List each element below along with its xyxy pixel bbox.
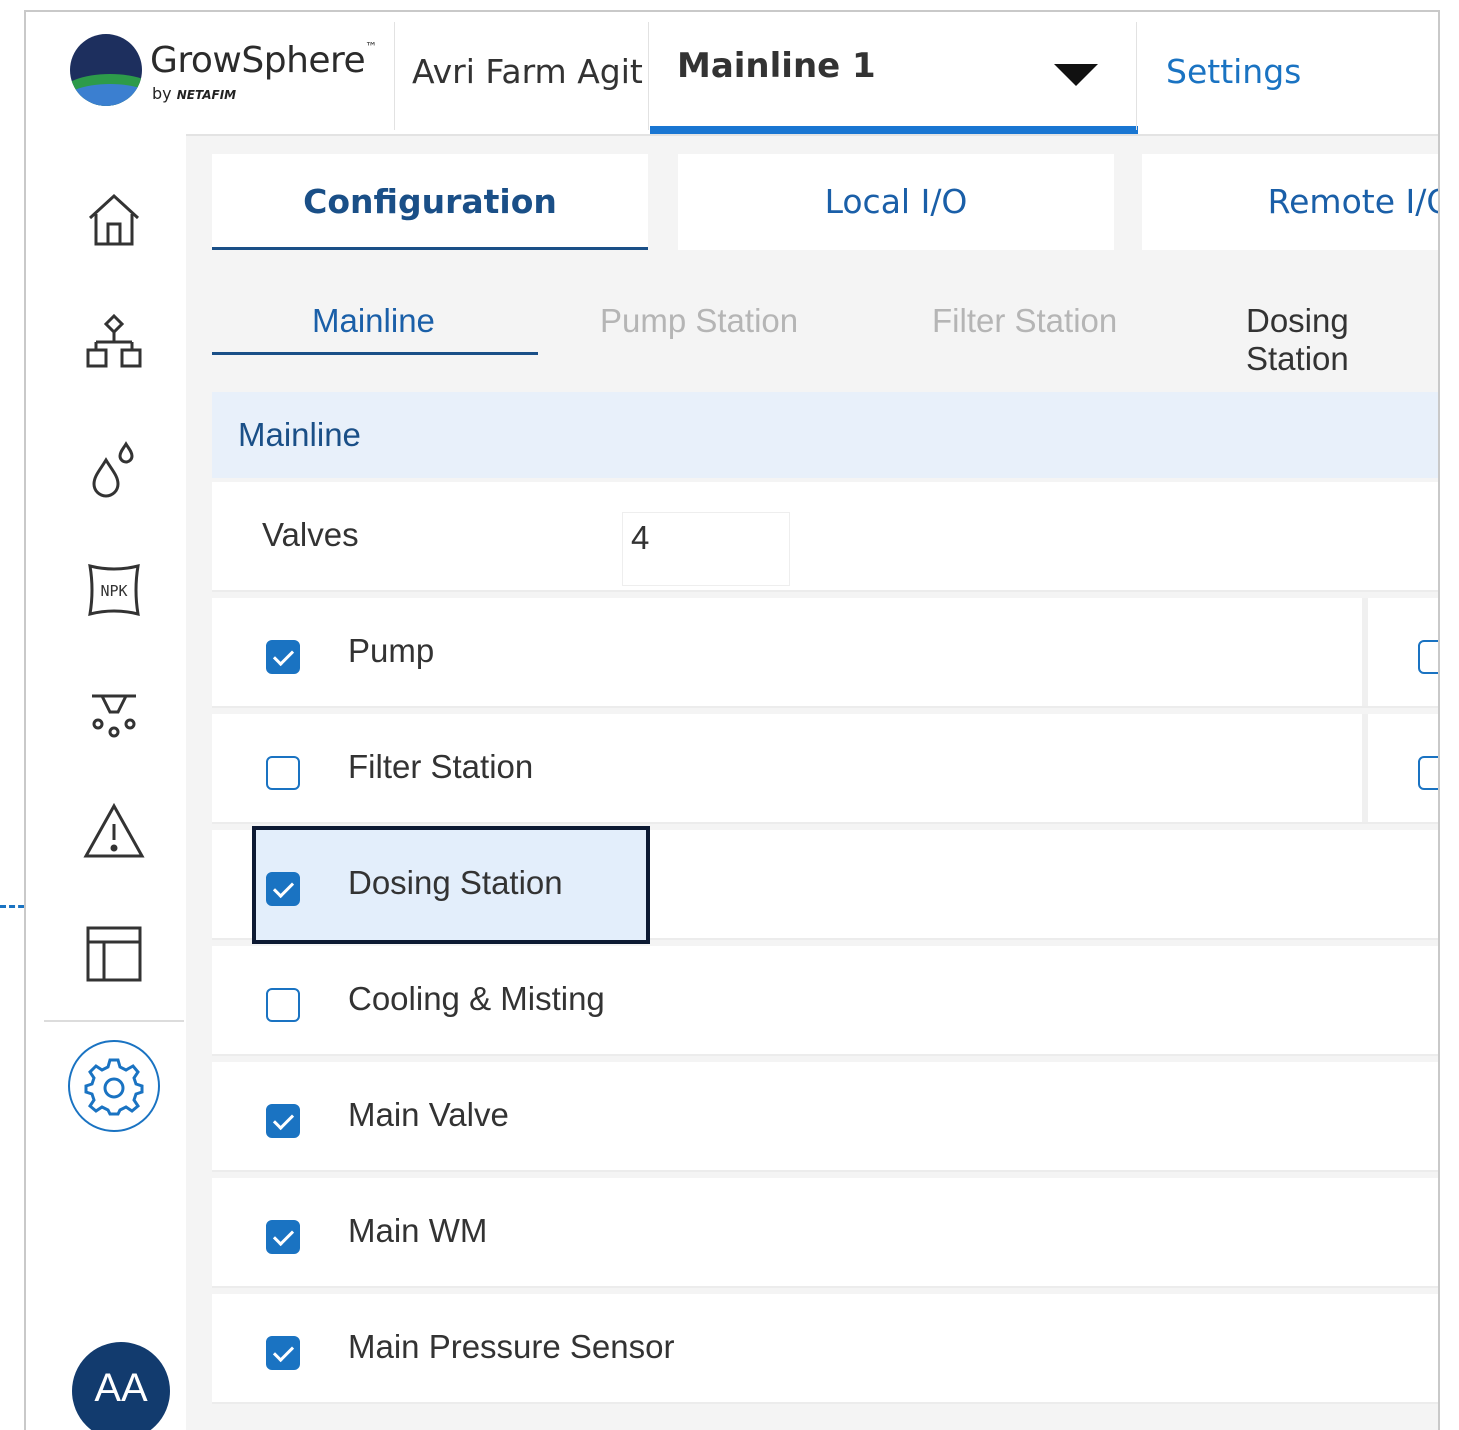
option-row: Main WM bbox=[212, 1178, 1438, 1288]
farm-name[interactable]: Avri Farm Agit bbox=[412, 52, 643, 91]
mainline-dropdown[interactable]: Mainline 1 bbox=[650, 12, 1138, 134]
water-drops-icon[interactable] bbox=[82, 434, 146, 498]
caret-down-icon bbox=[1054, 64, 1098, 86]
hierarchy-icon[interactable] bbox=[82, 310, 146, 374]
logo-globe-icon bbox=[70, 34, 142, 106]
mainline-dropdown-value: Mainline 1 bbox=[677, 46, 876, 86]
section-title: Mainline bbox=[212, 392, 1438, 478]
option-row-highlighted: Dosing Station bbox=[212, 826, 1438, 944]
active-indicator bbox=[650, 126, 1138, 134]
settings-nav-button[interactable] bbox=[68, 1040, 160, 1132]
tab-configuration[interactable]: Configuration bbox=[212, 154, 648, 250]
app-window: GrowSphere™ by NETAFIM Avri Farm Agit Ma… bbox=[24, 10, 1440, 1430]
main-valve-checkbox[interactable] bbox=[266, 1104, 300, 1138]
sidebar-divider bbox=[44, 1020, 184, 1022]
subtab-filter-station[interactable]: Filter Station bbox=[932, 302, 1117, 340]
option-label: Cooling & Misting bbox=[348, 980, 605, 1017]
brand-name: GrowSphere™ bbox=[150, 40, 377, 81]
option-label: Main WM bbox=[348, 1212, 488, 1249]
cooling-misting-checkbox[interactable] bbox=[266, 988, 300, 1022]
subtab-dosing-station[interactable]: Dosing Station bbox=[1246, 302, 1438, 378]
option-row: Main Valve bbox=[212, 1062, 1438, 1172]
dosing-station-checkbox[interactable] bbox=[266, 872, 300, 906]
user-avatar[interactable]: AA bbox=[72, 1342, 170, 1430]
pump-checkbox[interactable] bbox=[266, 640, 300, 674]
divider bbox=[648, 22, 649, 130]
subtab-active-indicator bbox=[212, 352, 538, 355]
option-label: Main Pressure Sensor bbox=[348, 1328, 675, 1365]
settings-link[interactable]: Settings bbox=[1166, 52, 1301, 91]
option-label: Pump bbox=[348, 632, 435, 669]
valves-row: Valves 4 bbox=[212, 482, 1438, 592]
warning-icon[interactable] bbox=[82, 800, 146, 864]
filter-station-checkbox[interactable] bbox=[266, 756, 300, 790]
sidebar: NPK AA bbox=[26, 134, 186, 1430]
sub-tabs: Mainline Pump Station Filter Station Dos… bbox=[212, 302, 1438, 377]
divider bbox=[1136, 22, 1137, 130]
svg-text:NPK: NPK bbox=[100, 582, 127, 600]
home-icon[interactable] bbox=[82, 188, 146, 252]
option-row: Pump bbox=[212, 598, 1438, 708]
npk-fertilizer-icon[interactable]: NPK bbox=[82, 558, 146, 622]
top-bar: GrowSphere™ by NETAFIM Avri Farm Agit Ma… bbox=[26, 12, 1438, 136]
gear-icon bbox=[84, 1058, 144, 1116]
growsphere-logo: GrowSphere™ by NETAFIM bbox=[70, 34, 390, 114]
option-label: Main Valve bbox=[348, 1096, 509, 1133]
option-row: Cooling & Misting bbox=[212, 946, 1438, 1056]
brand-by: by NETAFIM bbox=[152, 84, 237, 103]
main-wm-checkbox[interactable] bbox=[266, 1220, 300, 1254]
divider bbox=[394, 22, 395, 130]
option-label: Dosing Station bbox=[348, 864, 563, 901]
valves-input[interactable]: 4 bbox=[622, 512, 790, 586]
option-row: Main Pressure Sensor bbox=[212, 1294, 1438, 1404]
layout-table-icon[interactable] bbox=[82, 922, 146, 986]
checkbox-right[interactable] bbox=[1418, 756, 1438, 790]
tab-remote-io[interactable]: Remote I/O bbox=[1142, 154, 1438, 250]
tab-local-io[interactable]: Local I/O bbox=[678, 154, 1114, 250]
checkbox-right[interactable] bbox=[1418, 640, 1438, 674]
main-pressure-sensor-checkbox[interactable] bbox=[266, 1336, 300, 1370]
main-tabs: Configuration Local I/O Remote I/O bbox=[212, 154, 1438, 258]
option-row: Filter Station bbox=[212, 714, 1438, 824]
option-label: Filter Station bbox=[348, 748, 534, 785]
subtab-pump-station[interactable]: Pump Station bbox=[600, 302, 798, 340]
valves-label: Valves bbox=[262, 516, 359, 553]
subtab-mainline[interactable]: Mainline bbox=[312, 302, 435, 340]
sprinkler-icon[interactable] bbox=[82, 682, 146, 746]
